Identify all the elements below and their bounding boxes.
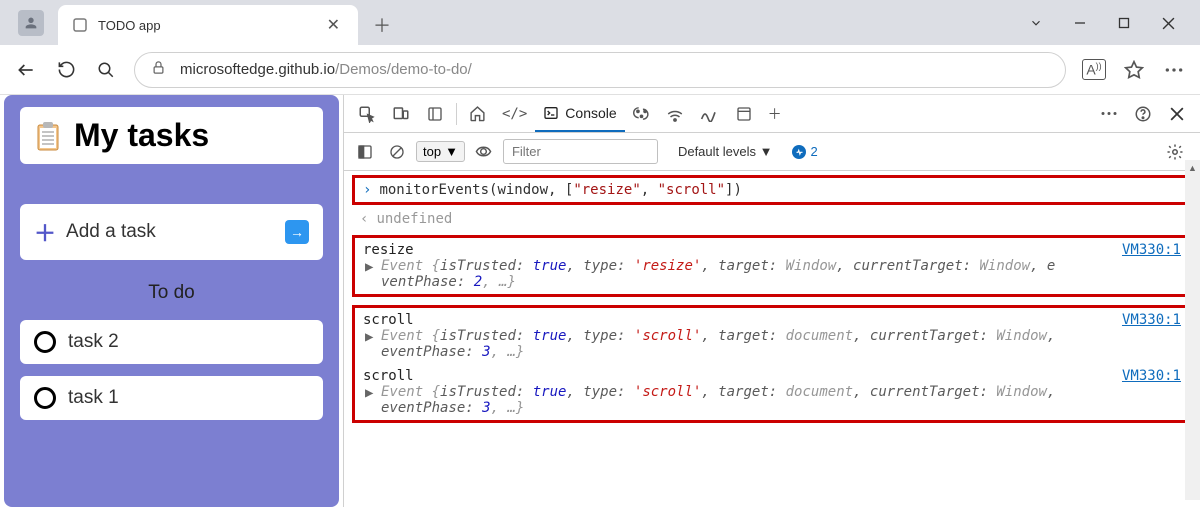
log-source-link[interactable]: VM330:1 (1122, 242, 1181, 258)
console-command: › monitorEvents(window, ["resize", "scro… (352, 175, 1192, 205)
device-icon[interactable] (384, 99, 418, 129)
read-aloud-button[interactable]: A)) (1074, 50, 1114, 90)
task-checkbox[interactable] (34, 331, 56, 353)
issues-icon (792, 145, 806, 159)
tab-console-label: Console (565, 105, 616, 121)
help-icon[interactable] (1126, 99, 1160, 129)
log-group-resize: resize VM330:1 ▶Event {isTrusted: true, … (352, 235, 1192, 297)
tab-performance[interactable] (692, 96, 728, 132)
clipboard-icon (34, 119, 62, 153)
more-button[interactable] (1154, 50, 1194, 90)
log-detail: ▶Event {isTrusted: true, type: 'scroll',… (363, 328, 1181, 360)
tab-application[interactable] (728, 96, 760, 132)
filter-input[interactable] (503, 139, 658, 164)
log-levels-selector[interactable]: Default levels ▼ (678, 144, 773, 159)
browser-toolbar: microsoftedge.github.io/Demos/demo-to-do… (0, 45, 1200, 95)
maximize-button[interactable] (1102, 7, 1146, 39)
refresh-button[interactable] (46, 50, 86, 90)
devtools-close-button[interactable] (1160, 99, 1194, 129)
task-row[interactable]: task 1 (20, 376, 323, 420)
window-controls (1014, 7, 1190, 39)
tab-more[interactable]: ＋ (760, 96, 790, 132)
url-path: /Demos/demo-to-do/ (335, 61, 472, 78)
console-toolbar: top ▼ Default levels ▼ 2 (344, 133, 1200, 171)
tab-title: TODO app (98, 18, 323, 33)
tab-welcome[interactable] (461, 96, 494, 132)
prompt-icon: › (363, 182, 371, 198)
log-entry[interactable]: resize VM330:1 ▶Event {isTrusted: true, … (363, 242, 1181, 290)
todo-app: My tasks ＋ Add a task → To do task 2 tas… (4, 95, 339, 507)
content-area: My tasks ＋ Add a task → To do task 2 tas… (0, 95, 1200, 507)
lock-icon (151, 60, 166, 79)
devtools-tabbar: </> Console ＋ (344, 95, 1200, 133)
log-detail: ▶Event {isTrusted: true, type: 'resize',… (363, 258, 1181, 290)
devtools-panel: </> Console ＋ top ▼ Default levels ▼ 2 (343, 95, 1200, 507)
return-arrow-icon: ‹ (360, 211, 368, 227)
tab-favicon-icon (72, 17, 88, 33)
minimize-button[interactable] (1058, 7, 1102, 39)
search-button[interactable] (86, 50, 126, 90)
tab-sources[interactable] (625, 96, 658, 132)
url-host: microsoftedge.github.io (180, 61, 335, 78)
sidebar-icon[interactable] (418, 99, 452, 129)
new-tab-button[interactable]: ＋ (366, 9, 398, 41)
add-task-label: Add a task (66, 221, 285, 243)
profile-button[interactable] (18, 10, 44, 36)
tab-close-button[interactable]: ✕ (323, 15, 344, 35)
task-label: task 1 (68, 387, 119, 409)
task-row[interactable]: task 2 (20, 320, 323, 364)
app-title: My tasks (74, 117, 209, 154)
inspect-icon[interactable] (350, 99, 384, 129)
tab-network[interactable] (658, 96, 692, 132)
log-detail: ▶Event {isTrusted: true, type: 'scroll',… (363, 384, 1181, 416)
expand-icon[interactable]: ▶ (365, 259, 373, 275)
browser-tab[interactable]: TODO app ✕ (58, 5, 358, 45)
event-name: scroll (363, 312, 414, 328)
command-text: monitorEvents(window, ["resize", "scroll… (379, 182, 741, 198)
address-bar[interactable]: microsoftedge.github.io/Demos/demo-to-do… (134, 52, 1066, 88)
expand-icon[interactable]: ▶ (365, 329, 373, 345)
log-source-link[interactable]: VM330:1 (1122, 368, 1181, 384)
chevron-down-icon[interactable] (1014, 7, 1058, 39)
tab-elements[interactable]: </> (494, 96, 535, 132)
sidebar-toggle-icon[interactable] (352, 137, 378, 167)
scrollbar[interactable]: ▲ (1185, 160, 1200, 500)
issues-badge[interactable]: 2 (792, 144, 817, 159)
titlebar: TODO app ✕ ＋ (0, 0, 1200, 45)
plus-icon: ＋ (34, 216, 56, 248)
scroll-up-icon[interactable]: ▲ (1185, 160, 1200, 175)
favorite-button[interactable] (1114, 50, 1154, 90)
clear-console-button[interactable] (384, 137, 410, 167)
log-entry[interactable]: scroll VM330:1 ▶Event {isTrusted: true, … (363, 368, 1181, 416)
back-button[interactable] (6, 50, 46, 90)
event-name: scroll (363, 368, 414, 384)
close-button[interactable] (1146, 7, 1190, 39)
context-selector[interactable]: top ▼ (416, 141, 465, 162)
log-entry[interactable]: scroll VM330:1 ▶Event {isTrusted: true, … (363, 312, 1181, 360)
expand-icon[interactable]: ▶ (365, 385, 373, 401)
task-checkbox[interactable] (34, 387, 56, 409)
task-label: task 2 (68, 331, 119, 353)
submit-task-button[interactable]: → (285, 220, 309, 244)
event-name: resize (363, 242, 414, 258)
app-header: My tasks (20, 107, 323, 164)
tab-console[interactable]: Console (535, 96, 624, 132)
devtools-more-button[interactable] (1092, 99, 1126, 129)
live-expression-icon[interactable] (471, 137, 497, 167)
console-output: › monitorEvents(window, ["resize", "scro… (344, 171, 1200, 507)
log-source-link[interactable]: VM330:1 (1122, 312, 1181, 328)
section-to-do: To do (20, 282, 323, 304)
log-group-scroll: scroll VM330:1 ▶Event {isTrusted: true, … (352, 305, 1192, 423)
console-return: ‹undefined (352, 209, 1192, 229)
add-task-row[interactable]: ＋ Add a task → (20, 204, 323, 260)
